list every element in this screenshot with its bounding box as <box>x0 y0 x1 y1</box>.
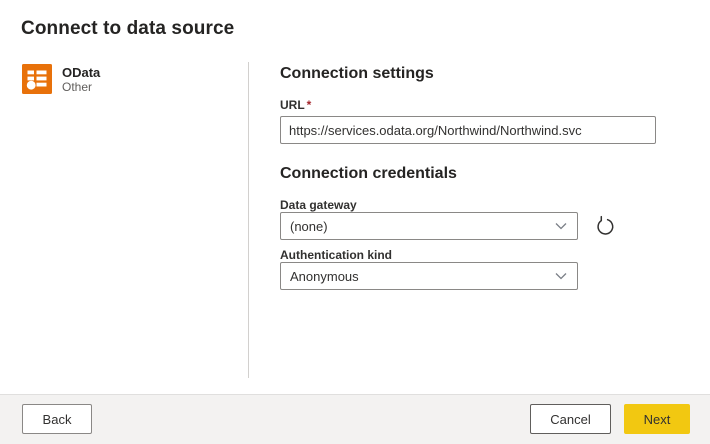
data-gateway-label: Data gateway <box>280 198 357 212</box>
odata-feed-icon <box>22 64 52 94</box>
authentication-kind-value: Anonymous <box>290 268 359 284</box>
connector-name: OData <box>62 65 101 80</box>
next-button[interactable]: Next <box>624 404 690 434</box>
page-title: Connect to data source <box>21 18 235 39</box>
url-label: URL * <box>280 98 311 112</box>
refresh-gateways-button[interactable] <box>591 213 617 239</box>
data-gateway-value: (none) <box>290 218 328 234</box>
data-gateway-dropdown[interactable]: (none) <box>280 212 578 240</box>
url-label-text: URL <box>280 98 305 112</box>
connect-data-source-dialog: Connect to data source OData Other Conne… <box>0 0 710 444</box>
connector-texts: OData Other <box>62 64 100 95</box>
connection-credentials-heading: Connection credentials <box>280 165 457 182</box>
chevron-down-icon <box>555 223 567 230</box>
back-button[interactable]: Back <box>22 404 92 434</box>
url-input[interactable] <box>280 116 656 144</box>
connection-settings-heading: Connection settings <box>280 65 434 82</box>
refresh-icon <box>597 215 614 235</box>
required-marker: * <box>306 98 312 112</box>
chevron-down-icon <box>555 273 567 280</box>
authentication-kind-label: Authentication kind <box>280 248 392 262</box>
vertical-divider <box>248 62 249 378</box>
connector-item-odata[interactable]: OData Other <box>22 64 100 95</box>
authentication-kind-dropdown[interactable]: Anonymous <box>280 262 578 290</box>
cancel-button[interactable]: Cancel <box>530 404 611 434</box>
connector-category: Other <box>62 80 93 94</box>
